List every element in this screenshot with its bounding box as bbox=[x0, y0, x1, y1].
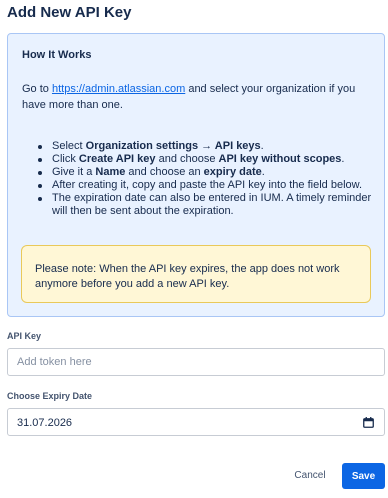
how-it-works-panel: How It Works Go to https://admin.atlassi… bbox=[7, 33, 385, 317]
steps-list: Select Organization settings → API keys.… bbox=[38, 140, 378, 218]
list-item: Give it a Name and choose an expiry date… bbox=[38, 166, 378, 179]
expiry-date-value: 31.07.2026 bbox=[17, 417, 73, 429]
expiry-date-label: Choose Expiry Date bbox=[7, 391, 93, 401]
page-title: Add New API Key bbox=[7, 4, 132, 21]
api-key-input[interactable] bbox=[7, 348, 385, 376]
intro-prefix: Go to bbox=[22, 83, 52, 95]
panel-title: How It Works bbox=[22, 49, 92, 61]
list-item: Select Organization settings → API keys. bbox=[38, 140, 378, 153]
admin-link[interactable]: https://admin.atlassian.com bbox=[52, 83, 185, 95]
list-item: Click Create API key and choose API key … bbox=[38, 153, 378, 166]
warning-note: Please note: When the API key expires, t… bbox=[21, 245, 371, 303]
intro-text: Go to https://admin.atlassian.com and se… bbox=[22, 81, 374, 113]
note-text: Please note: When the API key expires, t… bbox=[35, 263, 340, 290]
expiry-date-field[interactable]: 31.07.2026 bbox=[7, 408, 385, 436]
cancel-button[interactable]: Cancel bbox=[287, 463, 333, 487]
api-key-label: API Key bbox=[7, 331, 42, 341]
list-item: After creating it, copy and paste the AP… bbox=[38, 179, 378, 192]
save-button[interactable]: Save bbox=[342, 463, 385, 489]
list-item: The expiration date can also be entered … bbox=[38, 192, 378, 218]
calendar-icon[interactable] bbox=[363, 417, 374, 428]
